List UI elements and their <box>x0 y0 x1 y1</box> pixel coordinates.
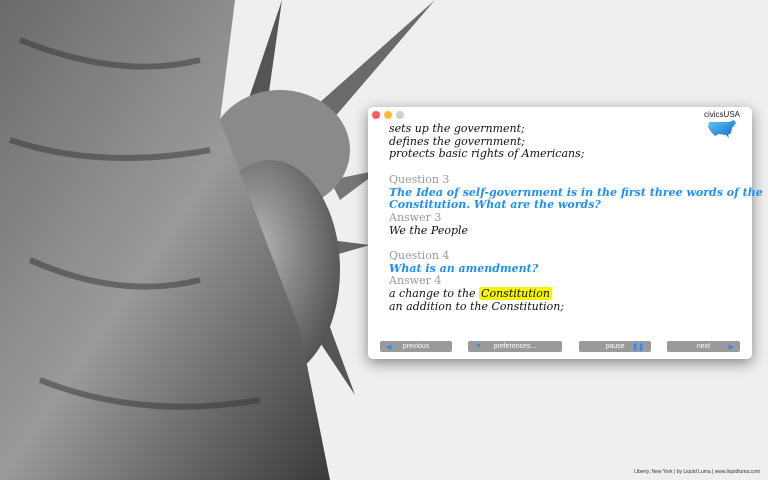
question-label: Question 4 <box>389 249 450 262</box>
next-label: next <box>696 343 711 350</box>
answer-line: sets up the government; <box>389 122 525 135</box>
minimize-button[interactable] <box>384 111 392 119</box>
civics-window: civicsUSA sets up the government; define… <box>368 107 763 359</box>
answer-line: We the People <box>389 223 469 237</box>
preferences-label: preferences... <box>493 343 537 350</box>
answer-line: protects basic rights of Americans; <box>389 147 585 161</box>
zoom-button[interactable] <box>396 111 404 119</box>
answer-text: a change to the <box>389 287 476 301</box>
question-text: Constitution. What are the words? <box>389 198 601 212</box>
previous-button[interactable]: ◀ previous <box>380 341 452 352</box>
question-text: What is an amendment? <box>389 261 539 275</box>
highlighted-word: Constitution <box>479 287 552 301</box>
pause-label: pause <box>605 343 625 350</box>
next-button[interactable]: next ▶ <box>667 341 740 352</box>
down-arrow-icon: ▼ <box>475 343 482 350</box>
right-arrow-icon: ▶ <box>728 343 734 351</box>
close-button[interactable] <box>372 111 380 119</box>
pause-button[interactable]: pause ❚❚ <box>579 341 651 352</box>
qa-content: sets up the government; defines the gove… <box>389 122 763 314</box>
answer-line: an addition to the Constitution; <box>389 299 565 313</box>
previous-label: previous <box>402 343 430 350</box>
photo-credit: Liberty, New York | by Liquid Luma | www… <box>634 469 760 475</box>
logo-text: civicsUSA <box>703 110 740 119</box>
question-label: Question 3 <box>389 172 450 186</box>
answer-line: a change to the Constitution <box>389 287 763 301</box>
left-arrow-icon: ◀ <box>386 343 392 351</box>
preferences-button[interactable]: ▼ preferences... <box>468 341 562 352</box>
answer-label: Answer 3 <box>389 210 442 224</box>
pause-icon: ❚❚ <box>632 343 644 351</box>
